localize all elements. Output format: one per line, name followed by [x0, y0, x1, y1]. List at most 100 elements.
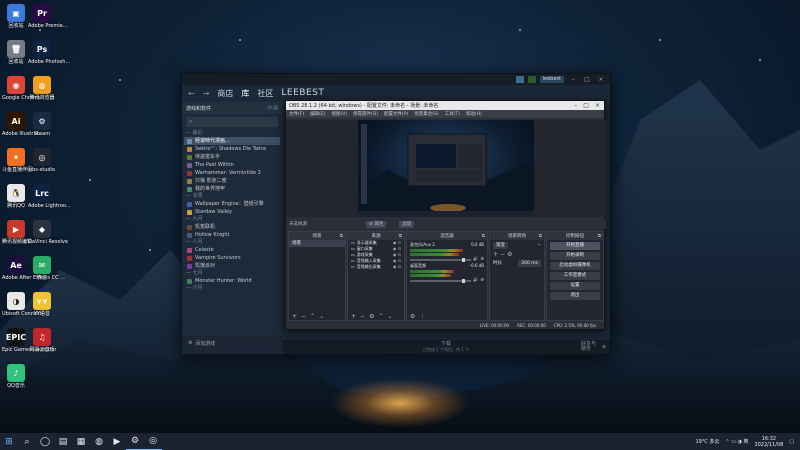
desktop-icon[interactable]: ▣ 回收站	[2, 4, 30, 29]
system-clock[interactable]: 16:32 2022/11/08	[754, 436, 783, 448]
menu-item[interactable]: 场景集合(S)	[414, 111, 438, 117]
remove-transition-icon[interactable]: −	[500, 251, 505, 258]
desktop-icon[interactable]: ◑ Ubisoft Connect	[2, 292, 42, 317]
library-filter-icons[interactable]: ◷ ▤	[267, 105, 278, 111]
add-game-button[interactable]: ⊕ 添加游戏	[182, 336, 282, 350]
visibility-lock-icons[interactable]: ◉ ⊡	[393, 264, 404, 270]
desktop-icon[interactable]: ♫ 网易云音乐	[28, 328, 56, 353]
speaker-icon[interactable]: 🔊	[473, 256, 478, 261]
add-source-icon[interactable]: +	[351, 313, 356, 320]
weather-widget[interactable]: 19°C 多云	[695, 438, 719, 445]
start-streaming-button[interactable]: 开始直播	[550, 242, 600, 250]
file-explorer-icon[interactable]: ▤	[54, 433, 72, 450]
remove-scene-icon[interactable]: −	[301, 313, 306, 320]
library-game-item[interactable]: 侠盗猎车手	[184, 153, 280, 161]
maximize-button[interactable]: □	[582, 76, 592, 83]
media-player-icon[interactable]: ▶	[108, 433, 126, 450]
dock-undock-icon[interactable]: ⧉	[340, 233, 343, 239]
add-friend-icon[interactable]: +	[601, 343, 607, 351]
library-game-item[interactable]: Warhammer: Vermintide 2	[184, 169, 280, 177]
desktop-icon[interactable]: ✉ 微信	[28, 256, 56, 281]
duration-input[interactable]: 300 ms	[518, 260, 541, 267]
library-section-header[interactable]: — 七月	[184, 270, 280, 277]
move-up-icon[interactable]: ⌃	[310, 313, 315, 320]
dock-undock-icon[interactable]: ⧉	[598, 233, 601, 239]
transition-settings-icon[interactable]: ⚙	[507, 251, 512, 258]
source-properties-button[interactable]: ⚙ 属性	[366, 220, 387, 228]
menu-item[interactable]: 帮助(H)	[466, 111, 482, 117]
menu-item[interactable]: 视图(V)	[331, 111, 347, 117]
desktop-icon[interactable]: ◍ 腾讯浏览器	[28, 76, 56, 101]
desktop-icon[interactable]: ◆ DaVinci Resolve	[28, 220, 68, 245]
edge-icon[interactable]: ◍	[90, 433, 108, 450]
search-icon[interactable]: ⌕	[18, 433, 36, 450]
tray-icons[interactable]: ⌃ ▭ ◑ 英	[725, 438, 748, 445]
library-game-item[interactable]: Monster Hunter: World	[184, 277, 280, 285]
speaker-icon[interactable]: 🔊	[473, 277, 478, 282]
steam-download-bar[interactable]: 下载 已完成 1 个项目，共 1 个 好友与 聊天 +	[282, 340, 610, 354]
obs-taskbar-icon[interactable]: ◎	[144, 433, 162, 450]
add-transition-icon[interactable]: +	[493, 251, 498, 258]
desktop-icon[interactable]: ✦ 斗鱼直播伴侣	[2, 148, 32, 173]
obs-preview-canvas[interactable]	[358, 120, 534, 217]
menu-item[interactable]: 配置文件(P)	[384, 111, 408, 117]
desktop-icon[interactable]: Ai Adobe Illustrat...	[2, 112, 43, 137]
minimize-button[interactable]: –	[568, 76, 578, 83]
dock-undock-icon[interactable]: ⧉	[539, 233, 542, 239]
scene-item[interactable]: 场景	[289, 240, 345, 247]
move-down-icon[interactable]: ⌄	[319, 313, 324, 320]
library-section-header[interactable]: — 本周	[184, 193, 280, 200]
library-section-header[interactable]: — 八月	[184, 239, 280, 246]
desktop-icon[interactable]: 🐧 腾讯QQ	[2, 184, 30, 209]
notification-icon[interactable]: ▢	[789, 439, 794, 445]
source-settings-icon[interactable]: ⚙	[369, 313, 374, 320]
desktop-icon[interactable]: Lrc Adobe Lightroo...	[28, 184, 71, 209]
volume-slider[interactable]	[410, 257, 472, 262]
nav-store[interactable]: 商店	[217, 88, 233, 99]
volume-slider[interactable]	[410, 278, 472, 283]
obs-maximize-button[interactable]: □	[583, 102, 589, 109]
start-virtual-camera-button[interactable]: 启动虚拟摄像机	[550, 262, 600, 270]
desktop-icon[interactable]: EPIC Epic Games Launcher	[2, 328, 56, 353]
library-section-header[interactable]: — 六月	[184, 285, 280, 292]
library-game-item[interactable]: The Past Within	[184, 161, 280, 169]
nav-username[interactable]: LEEBEST	[281, 88, 324, 98]
library-game-item[interactable]: Vampire Survivors	[184, 254, 280, 262]
library-section-header[interactable]: — 九月	[184, 216, 280, 223]
desktop-icon[interactable]: ▶ 腾讯视频编辑	[2, 220, 32, 245]
steam-notification-icon[interactable]	[515, 76, 524, 83]
nav-library[interactable]: 库	[241, 88, 249, 99]
mixer-menu-icon[interactable]: ⋮	[419, 313, 425, 320]
task-view-icon[interactable]: ◯	[36, 433, 54, 450]
source-filters-button[interactable]: 滤镜	[399, 220, 414, 228]
library-game-item[interactable]: 饥饿派对	[184, 262, 280, 270]
source-item[interactable]: ▭ 音频输出采集 ◉ ⊡	[348, 264, 404, 270]
steam-account-menu[interactable]: leebest	[539, 76, 564, 83]
gear-icon[interactable]: ⚙	[480, 256, 484, 261]
menu-item[interactable]: 停靠部件(D)	[353, 111, 378, 117]
chevron-down-icon[interactable]: ⌄	[537, 242, 541, 249]
add-scene-icon[interactable]: +	[292, 313, 297, 320]
move-down-icon[interactable]: ⌄	[387, 313, 392, 320]
start-button[interactable]: ⊞	[0, 433, 18, 450]
dock-undock-icon[interactable]: ⧉	[399, 233, 402, 239]
menu-item[interactable]: 工具(T)	[445, 111, 460, 117]
menu-item[interactable]: 文件(F)	[289, 111, 304, 117]
studio-mode-button[interactable]: 工作室模式	[550, 272, 600, 280]
desktop-icon[interactable]: ◉ Google Chrome	[2, 76, 41, 101]
library-title[interactable]: 游戏和软件	[186, 105, 211, 112]
dock-undock-icon[interactable]: ⧉	[482, 233, 485, 239]
obs-close-button[interactable]: ×	[595, 102, 600, 109]
desktop-icon[interactable]: AeAdobe After Effects CC ...	[2, 256, 65, 281]
move-up-icon[interactable]: ⌃	[378, 313, 383, 320]
gear-icon[interactable]: ⚙	[480, 277, 484, 282]
remove-source-icon[interactable]: −	[360, 313, 365, 320]
desktop-icon[interactable]: 🗑 回收站	[2, 40, 30, 65]
steam-friends-icon[interactable]	[527, 76, 536, 83]
library-game-item[interactable]: Sekiro™: Shadows Die Twice	[184, 145, 280, 153]
exit-button[interactable]: 退出	[550, 292, 600, 300]
desktop-icon[interactable]: Ps Adobe Photosh...	[28, 40, 70, 65]
nav-community[interactable]: 社区	[257, 88, 273, 99]
library-section-header[interactable]: — 最近	[184, 130, 280, 137]
library-game-item[interactable]: Stardew Valley	[184, 208, 280, 216]
